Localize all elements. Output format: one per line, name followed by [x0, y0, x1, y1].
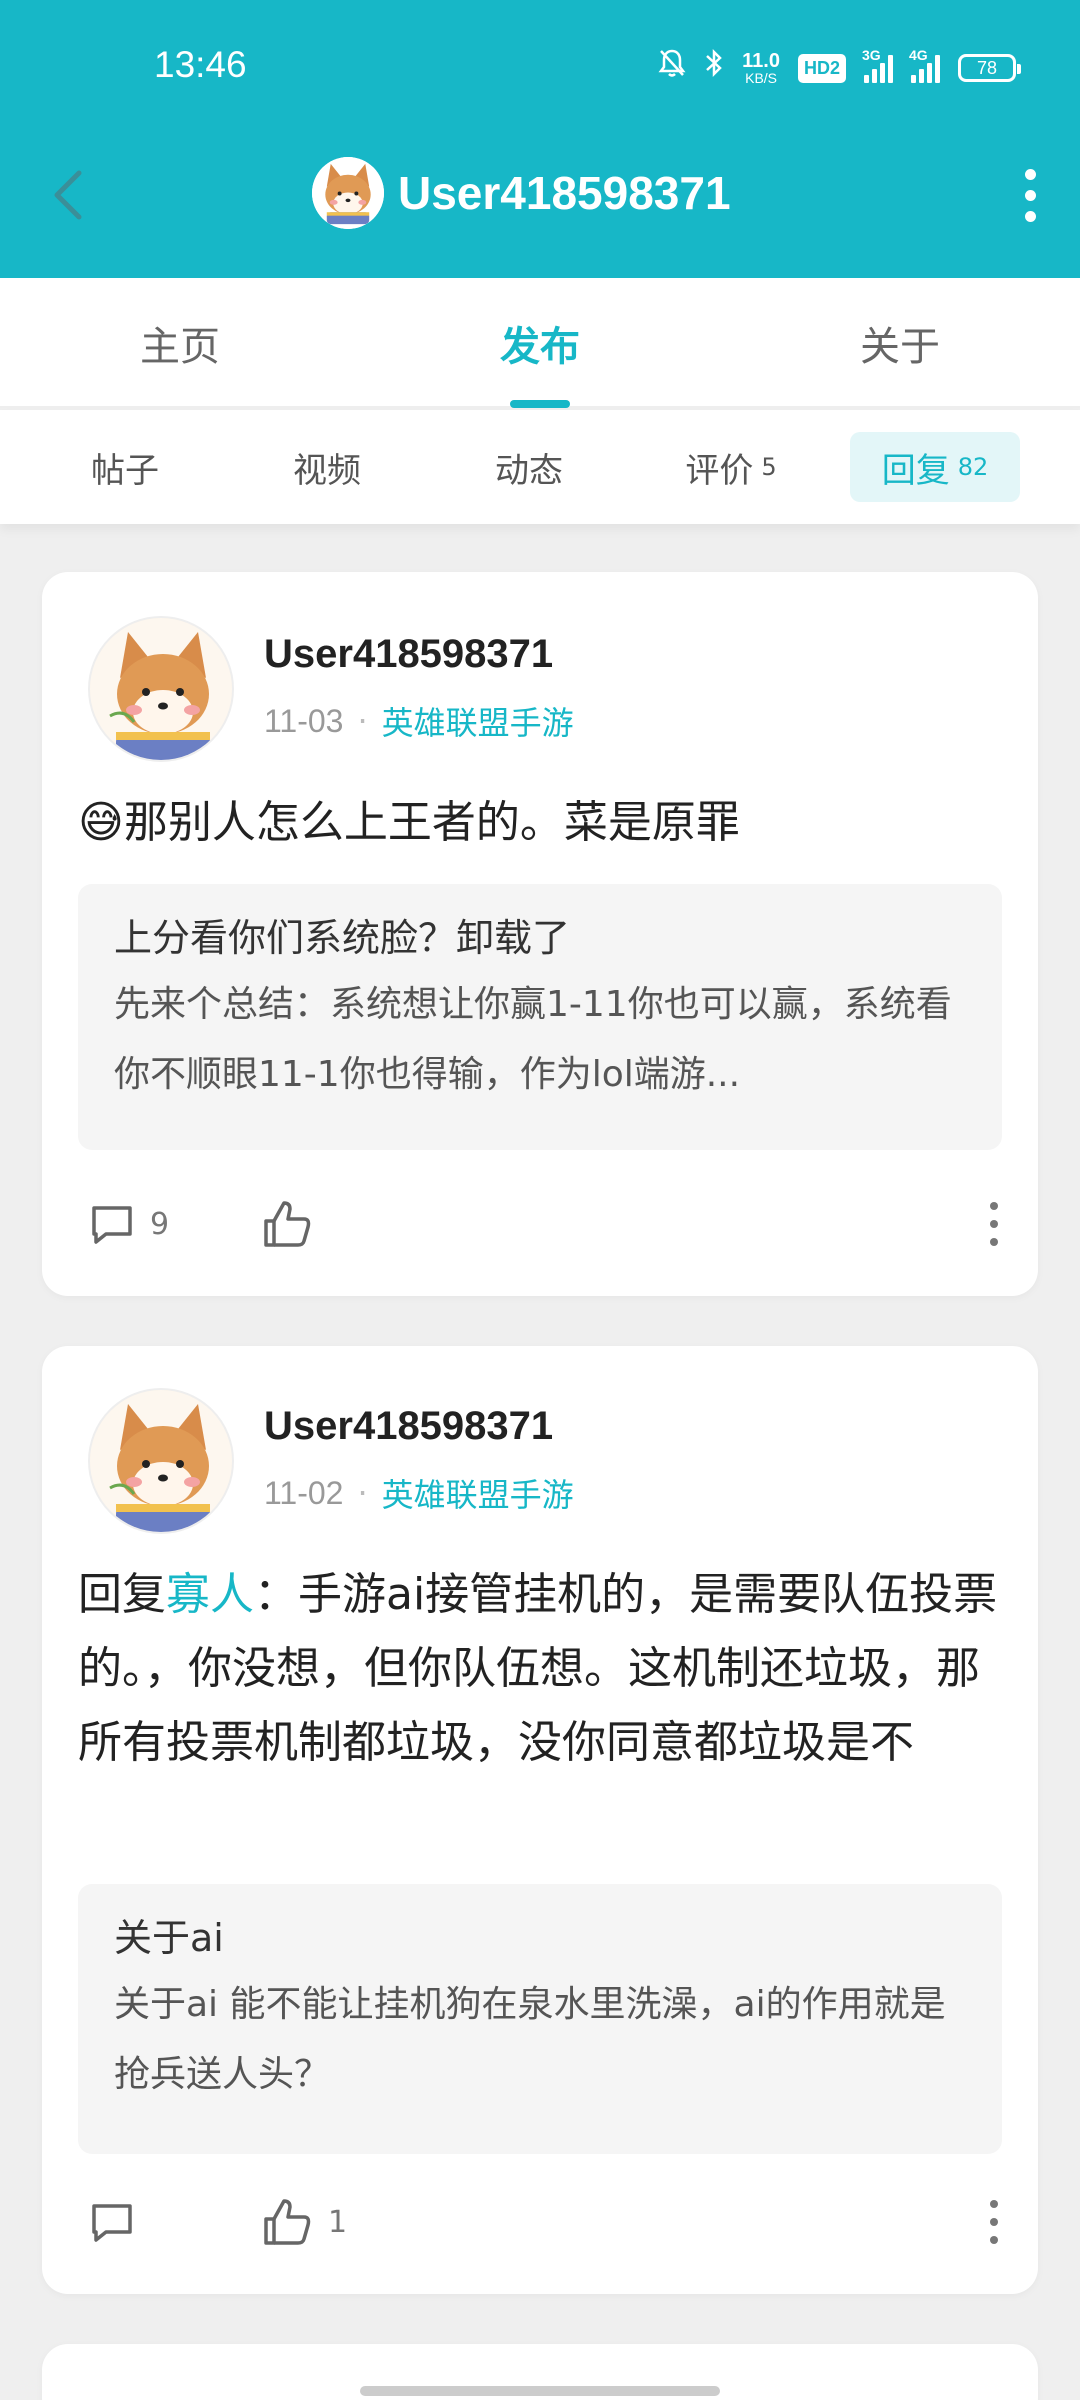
post-card[interactable]: User418598371 11-02 · 英雄联盟手游 回复寡人：手游ai接管…	[42, 1346, 1038, 2294]
signal-4g-icon: 4G	[909, 47, 940, 83]
avatar[interactable]	[88, 1388, 234, 1534]
back-button[interactable]	[42, 160, 92, 230]
bluetooth-icon	[704, 48, 724, 89]
tab-about[interactable]: 关于	[780, 278, 1020, 408]
active-tab-indicator	[510, 400, 570, 408]
subtab-reviews-label: 评价	[685, 450, 754, 491]
subtab-videos-label: 视频	[293, 450, 361, 491]
meta-separator: ·	[357, 1474, 368, 1512]
comment-count: 9	[150, 1206, 170, 1242]
quoted-post-body: 先来个总结：系统想让你赢1-11你也可以赢，系统看你不顺眼11-1你也得输，作为…	[114, 984, 952, 1095]
post-more-button[interactable]	[982, 2200, 1006, 2244]
network-speed-unit: KB/S	[745, 70, 778, 86]
like-button[interactable]	[260, 1184, 328, 1264]
post-actions: 1	[42, 2182, 1038, 2262]
forum-link[interactable]: 英雄联盟手游	[382, 1470, 574, 1516]
app-header: 13:46 11.0 KB/S HD2 3G 4G 78 User4185983…	[0, 0, 1080, 278]
hd-badge: HD2	[797, 53, 846, 83]
thumbs-up-icon	[264, 2199, 311, 2245]
quoted-post-title: 上分看你们系统脸？卸载了	[114, 916, 571, 960]
meta-separator: ·	[357, 702, 368, 740]
subtab-reviews-count: 5	[761, 453, 777, 481]
back-arrow-icon	[54, 170, 82, 220]
tab-publish[interactable]: 发布	[420, 278, 660, 408]
post-text[interactable]: 回复寡人：手游ai接管挂机的，是需要队伍投票的。，你没想，但你队伍想。这机制还垃…	[78, 1558, 1002, 1780]
post-meta: 11-02 · 英雄联盟手游	[264, 1470, 574, 1516]
kebab-dot	[990, 2200, 998, 2208]
username[interactable]: User418598371	[264, 1404, 553, 1449]
more-options-button[interactable]	[1000, 160, 1060, 230]
kebab-dot	[990, 2218, 998, 2226]
subtab-replies-count: 82	[957, 453, 989, 481]
post-text[interactable]: 😅那别人怎么上王者的。菜是原罪	[78, 786, 1002, 860]
sub-tabs: 帖子 视频 动态 评价 5 回复 82	[0, 410, 1080, 524]
post-actions: 9	[42, 1184, 1038, 1264]
post-date: 11-02	[264, 1474, 344, 1511]
main-tabs: 主页 发布 关于	[0, 278, 1080, 408]
kebab-dot	[990, 1202, 998, 1210]
comment-icon	[92, 1206, 132, 1244]
subtab-posts[interactable]: 帖子	[40, 432, 210, 502]
post-card[interactable]: User418598371 11-03 · 英雄联盟手游 😅那别人怎么上王者的。…	[42, 572, 1038, 1296]
subtab-reviews[interactable]: 评价 5	[646, 432, 816, 502]
subtab-videos[interactable]: 视频	[242, 432, 412, 502]
thumbs-up-icon	[264, 1201, 311, 1247]
comment-button[interactable]	[88, 2182, 150, 2262]
signal-4g-label: 4G	[909, 47, 928, 63]
header-user[interactable]: User418598371	[312, 155, 731, 231]
mute-bell-icon	[658, 48, 686, 89]
subtab-moments[interactable]: 动态	[444, 432, 614, 502]
subtab-posts-label: 帖子	[91, 450, 159, 491]
more-dot	[1024, 168, 1036, 180]
like-button[interactable]: 1	[260, 2182, 347, 2262]
signal-3g-icon: 3G	[862, 47, 893, 83]
tab-home[interactable]: 主页	[60, 278, 300, 408]
post-meta: 11-03 · 英雄联盟手游	[264, 698, 574, 744]
comment-icon	[92, 2204, 132, 2242]
quoted-post[interactable]: 关于ai 关于ai 能不能让挂机狗在泉水里洗澡，ai的作用就是抢兵送人头？	[78, 1884, 1002, 2154]
quoted-post[interactable]: 上分看你们系统脸？卸载了 先来个总结：系统想让你赢1-11你也可以赢，系统看你不…	[78, 884, 1002, 1150]
subtab-replies[interactable]: 回复 82	[850, 432, 1020, 502]
mention-link[interactable]: 寡人	[166, 1569, 254, 1620]
signal-3g-label: 3G	[862, 47, 881, 63]
comment-button[interactable]: 9	[88, 1184, 169, 1264]
kebab-dot	[990, 2236, 998, 2244]
username[interactable]: User418598371	[264, 632, 553, 677]
more-dot	[1024, 189, 1036, 201]
kebab-dot	[990, 1220, 998, 1228]
home-indicator[interactable]	[360, 2386, 720, 2396]
subtab-moments-label: 动态	[495, 450, 563, 491]
network-speed: 11.0 KB/S	[742, 51, 780, 85]
network-speed-value: 11.0	[742, 50, 780, 72]
battery-icon: 78	[958, 54, 1021, 82]
post-date: 11-03	[264, 702, 344, 739]
status-time: 13:46	[154, 44, 247, 85]
forum-link[interactable]: 英雄联盟手游	[382, 698, 574, 744]
status-icons: 11.0 KB/S HD2 3G 4G 78	[658, 47, 1021, 89]
page-title: User418598371	[398, 167, 731, 219]
post-more-button[interactable]	[982, 1202, 1006, 1246]
avatar[interactable]	[88, 616, 234, 762]
header-avatar	[312, 157, 384, 229]
kebab-dot	[990, 1238, 998, 1246]
quoted-post-title: 关于ai	[114, 1916, 224, 1960]
more-dot	[1024, 210, 1036, 222]
like-count: 1	[328, 2204, 348, 2240]
status-bar: 13:46 11.0 KB/S HD2 3G 4G 78	[0, 0, 1080, 136]
battery-level: 78	[976, 57, 998, 78]
subtab-replies-label: 回复	[881, 450, 950, 491]
reply-prefix: 回复	[78, 1569, 166, 1620]
quoted-post-body: 关于ai 能不能让挂机狗在泉水里洗澡，ai的作用就是抢兵送人头？	[114, 1984, 946, 2095]
